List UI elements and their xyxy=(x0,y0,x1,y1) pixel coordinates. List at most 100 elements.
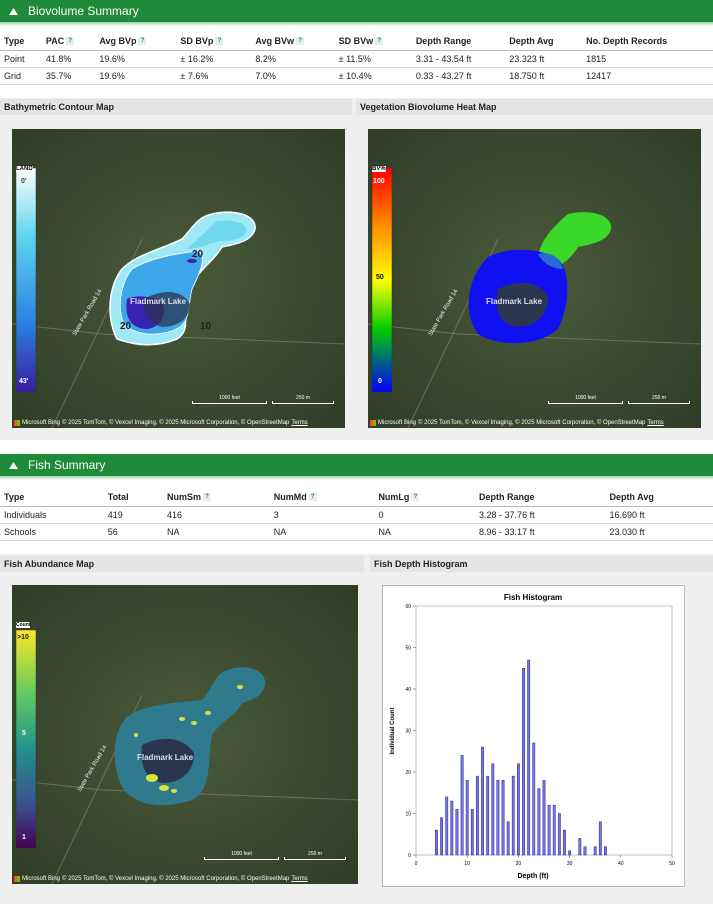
contour-label-20b: 20 xyxy=(120,321,132,332)
table-cell: 19.6% xyxy=(95,67,177,85)
contour-label-20a: 20 xyxy=(192,249,204,260)
bathymetric-contour-map[interactable]: 20 20 10 LAND 0' 43' Fladmark Lake State… xyxy=(12,129,345,428)
contour-map-canvas: 20 20 10 xyxy=(12,129,345,428)
fish-summary-title: Fish Summary xyxy=(28,458,106,472)
histogram-ylabel: Individual Count xyxy=(390,708,396,755)
help-icon[interactable]: ? xyxy=(296,37,305,46)
terms-link[interactable]: Terms xyxy=(291,420,307,426)
scale-bar-meters: 250 m xyxy=(284,851,346,860)
table-cell: 3.28 - 37.76 ft xyxy=(475,506,606,524)
scale-bar-meters: 250 m xyxy=(272,395,334,404)
fish-col-header: Total xyxy=(103,487,163,507)
table-cell: 3 xyxy=(269,506,375,524)
bv-legend-title: BV% xyxy=(372,166,386,172)
help-icon[interactable]: ? xyxy=(411,493,420,502)
biovolume-col-header: SD BVp? xyxy=(176,31,252,51)
histogram-bar xyxy=(511,775,515,856)
table-cell: 8.96 - 33.17 ft xyxy=(475,523,606,541)
table-cell: Point xyxy=(0,50,42,68)
microsoft-logo-icon xyxy=(370,420,376,426)
bv-legend-top: 100 xyxy=(373,178,385,185)
count-legend-mid: 5 xyxy=(22,730,26,737)
histogram-bar xyxy=(445,796,449,856)
help-icon[interactable]: ? xyxy=(215,37,224,46)
table-cell: Individuals xyxy=(0,506,104,524)
biovolume-summary-title: Biovolume Summary xyxy=(28,4,139,18)
help-icon[interactable]: ? xyxy=(308,493,317,502)
y-tick-label: 50 xyxy=(405,646,411,652)
vegetation-heat-map[interactable]: BV% 100 50 0 Fladmark Lake State Park Ro… xyxy=(368,129,701,428)
y-tick-label: 60 xyxy=(405,604,411,610)
scale-bar-feet: 1000 feet xyxy=(548,395,623,404)
fish-col-header: Depth Avg xyxy=(605,487,713,507)
y-tick-label: 10 xyxy=(405,812,411,818)
histogram-bar xyxy=(604,846,607,856)
histogram-bar xyxy=(598,821,602,856)
help-icon[interactable]: ? xyxy=(375,37,384,46)
table-cell: 23.323 ft xyxy=(505,50,583,68)
fish-abundance-map[interactable]: Count >10 5 1 Fladmark Lake State Park R… xyxy=(12,585,358,884)
collapse-triangle-icon[interactable] xyxy=(6,458,20,472)
table-row: Point 41.8% 19.6% ± 16.2% 8.2% ± 11.5% 3.31 - … xyxy=(0,50,713,68)
histogram-bar xyxy=(435,829,438,856)
histogram-bar xyxy=(568,850,572,856)
microsoft-logo-icon xyxy=(14,420,20,426)
fish-histogram: Fish Histogram Depth (ft) Individual Cou… xyxy=(382,585,685,887)
histogram-bar xyxy=(460,755,464,856)
histogram-bar xyxy=(506,821,510,856)
histogram-bar xyxy=(476,775,479,856)
fish-summary-header[interactable]: Fish Summary xyxy=(0,454,713,480)
table-cell: 19.6% xyxy=(95,50,177,68)
depth-legend-land: LAND xyxy=(16,166,33,172)
histogram-bar xyxy=(537,788,541,856)
biovolume-col-header: Depth Avg xyxy=(505,31,583,51)
table-cell: 8.2% xyxy=(251,50,335,68)
depth-legend-bottom-value: 43' xyxy=(19,378,29,385)
histogram-bar xyxy=(470,809,474,856)
microsoft-logo-icon xyxy=(14,876,20,882)
table-row: Grid 35.7% 19.6% ± 7.6% 7.0% ± 10.4% 0.33 - 43… xyxy=(0,67,713,85)
table-cell: ± 16.2% xyxy=(176,50,252,68)
help-icon[interactable]: ? xyxy=(202,493,211,502)
histogram-bar xyxy=(481,746,484,856)
scale-bar-feet: 1000 feet xyxy=(192,395,267,404)
heat-map-canvas xyxy=(368,129,701,428)
bv-legend-bottom: 0 xyxy=(378,378,382,385)
biovolume-table: Type PAC? Avg BVp? SD BVp? Avg BVw? SD BVw? De… xyxy=(0,31,713,85)
lake-name-label: Fladmark Lake xyxy=(486,297,543,306)
count-legend-title: Count xyxy=(16,622,31,628)
table-row: Schools 56 NA NA NA 8.96 - 33.17 ft 23.030 ft xyxy=(0,523,713,541)
fish-histogram-canvas: Fish Histogram Depth (ft) Individual Cou… xyxy=(390,593,675,880)
table-cell: 35.7% xyxy=(41,67,96,85)
count-legend-bar xyxy=(15,629,37,849)
biovolume-col-header: Avg BVw? xyxy=(251,31,335,51)
table-cell: 419 xyxy=(103,506,163,524)
table-cell: 23.030 ft xyxy=(605,523,713,541)
heatmap-title: Vegetation Biovolume Heat Map xyxy=(360,102,497,112)
biovolume-col-header: Type xyxy=(0,31,42,51)
contour-map-title-bar: Bathymetric Contour Map xyxy=(0,99,352,115)
fish-col-header: Depth Range xyxy=(475,487,606,507)
table-cell: 0 xyxy=(374,506,476,524)
biovolume-col-header: PAC? xyxy=(41,31,96,51)
lake-name-label: Fladmark Lake xyxy=(130,297,187,306)
x-tick-label: 50 xyxy=(669,861,675,867)
histogram-bar xyxy=(578,838,582,856)
y-tick-label: 40 xyxy=(405,687,411,693)
histogram-bar xyxy=(465,780,469,856)
histogram-bar xyxy=(527,659,531,856)
help-icon[interactable]: ? xyxy=(138,37,147,46)
terms-link[interactable]: Terms xyxy=(291,876,307,882)
help-icon[interactable]: ? xyxy=(66,37,75,46)
table-cell: 0.33 - 43.27 ft xyxy=(411,67,506,85)
table-cell: 56 xyxy=(103,523,163,541)
map-credits: Microsoft Bing © 2025 TomTom, © Vexcel I… xyxy=(14,420,308,426)
table-cell: NA xyxy=(269,523,375,541)
biovolume-summary-header[interactable]: Biovolume Summary xyxy=(0,0,713,26)
table-cell: Schools xyxy=(0,523,104,541)
collapse-triangle-icon[interactable] xyxy=(6,4,20,18)
biovolume-col-header: SD BVw? xyxy=(334,31,412,51)
abundance-map-canvas xyxy=(12,585,358,884)
terms-link[interactable]: Terms xyxy=(647,420,663,426)
x-tick-label: 0 xyxy=(415,861,418,867)
